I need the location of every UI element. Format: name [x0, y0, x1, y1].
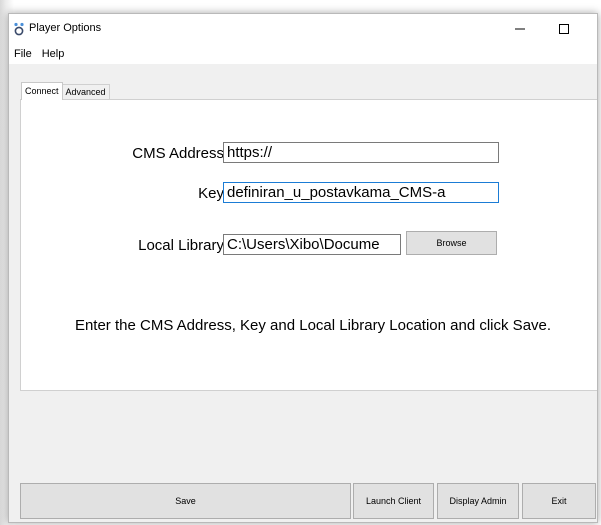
menu-bar: File Help	[9, 44, 597, 64]
menu-file[interactable]: File	[9, 44, 37, 64]
window-title: Player Options	[29, 22, 102, 34]
cms-address-label: CMS Address	[132, 145, 224, 162]
instructions-text: Enter the CMS Address, Key and Local Lib…	[74, 317, 552, 334]
xibo-app-icon	[14, 22, 24, 36]
close-button[interactable]	[585, 14, 597, 44]
maximize-button[interactable]	[541, 14, 587, 44]
local-library-input[interactable]	[223, 234, 401, 255]
display-admin-button[interactable]: Display Admin	[437, 483, 519, 519]
key-input[interactable]	[223, 182, 499, 203]
save-button[interactable]: Save	[20, 483, 351, 519]
exit-button[interactable]: Exit	[522, 483, 596, 519]
browse-button[interactable]: Browse	[406, 231, 497, 255]
player-options-window: Player Options File Help Connect Advance…	[8, 13, 598, 523]
tab-strip: Connect Advanced	[21, 82, 110, 100]
launch-client-button[interactable]: Launch Client	[353, 483, 434, 519]
tab-connect[interactable]: Connect	[21, 82, 63, 100]
tab-advanced[interactable]: Advanced	[61, 84, 110, 100]
key-label: Key	[198, 185, 224, 202]
minimize-icon	[515, 28, 525, 30]
title-bar[interactable]: Player Options	[9, 14, 597, 44]
local-library-label: Local Library	[138, 237, 224, 254]
maximize-icon	[559, 24, 569, 34]
minimize-button[interactable]	[497, 14, 543, 44]
cms-address-input[interactable]	[223, 142, 499, 163]
connect-panel: CMS Address Key Local Library Browse Ent…	[20, 99, 597, 391]
menu-help[interactable]: Help	[37, 44, 70, 64]
